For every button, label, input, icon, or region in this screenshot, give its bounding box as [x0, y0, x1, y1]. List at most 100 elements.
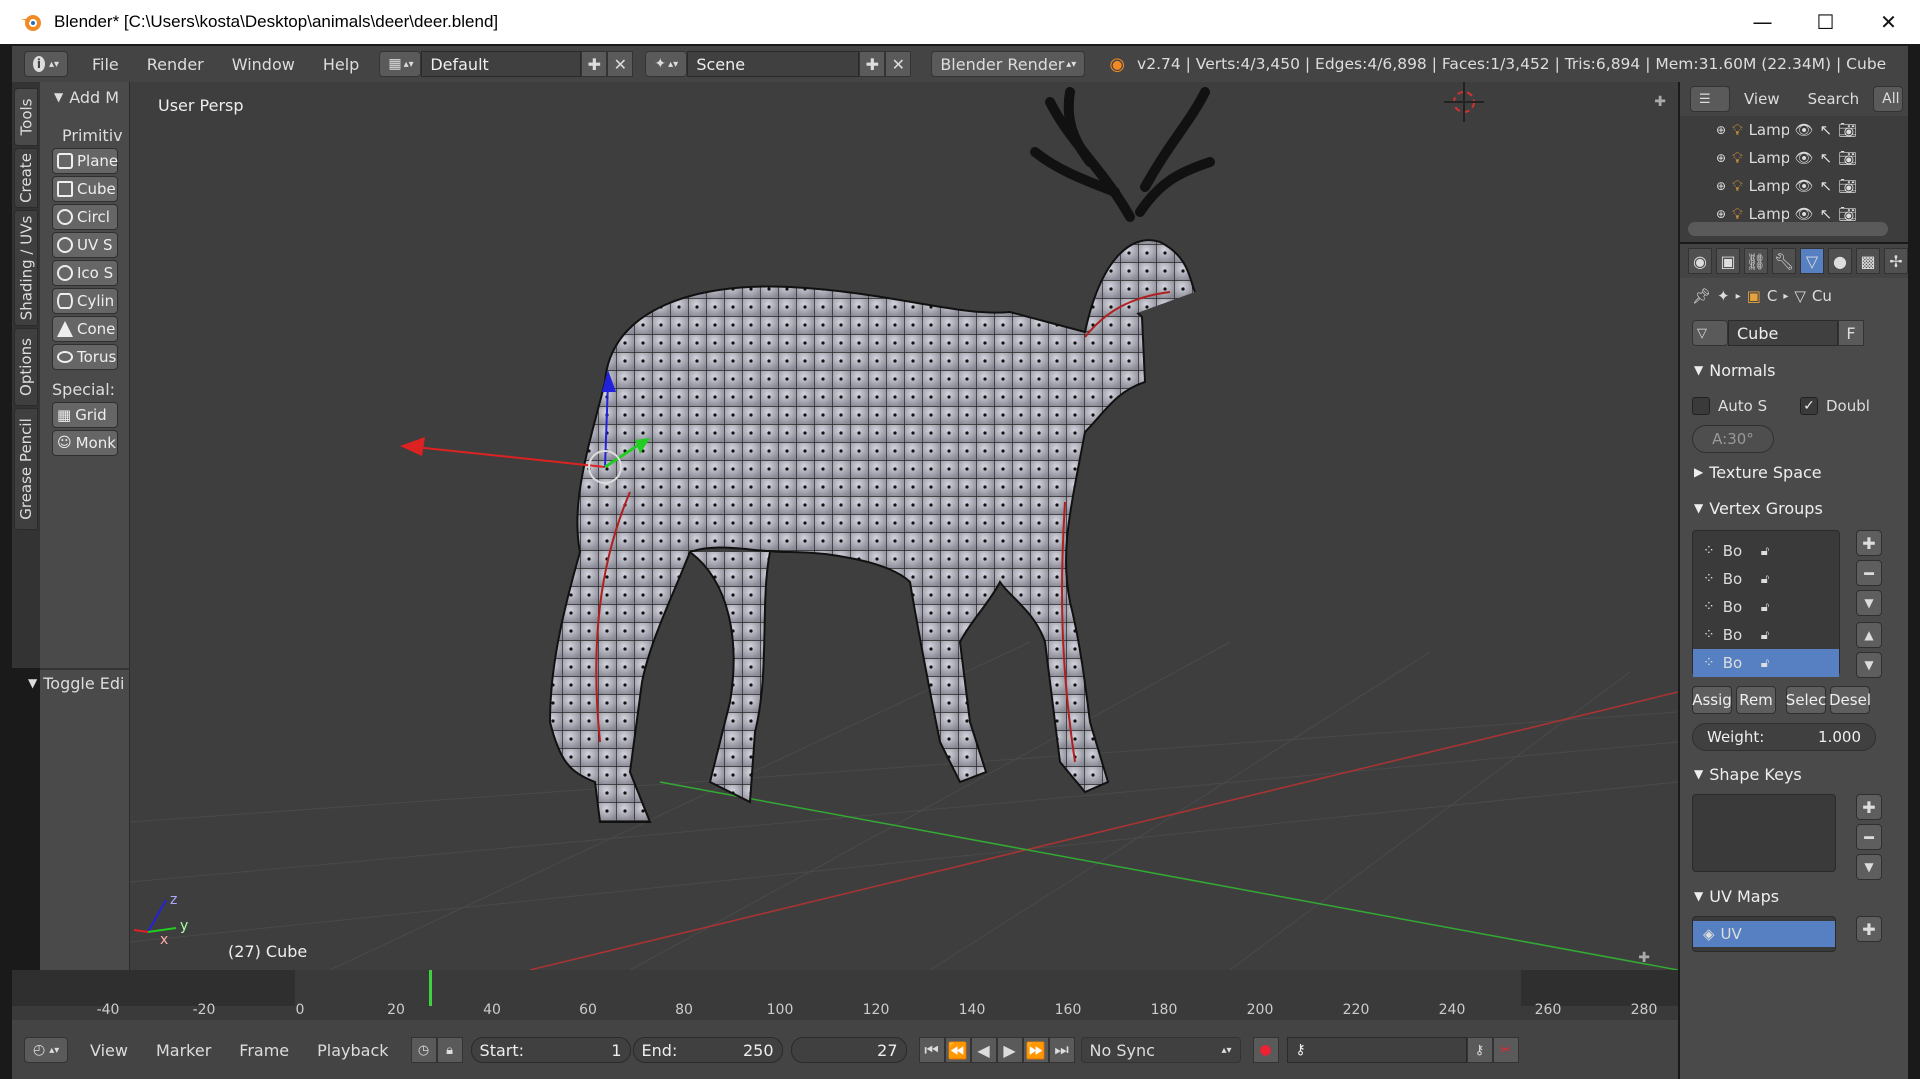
outliner-item[interactable]: ⊕ 💡︎ Lamp 👁︎ ↖ 📷︎: [1680, 144, 1908, 172]
tab-create[interactable]: Create: [14, 148, 38, 208]
outliner-scrollbar[interactable]: [1688, 222, 1888, 236]
deselect-button[interactable]: Desel: [1829, 686, 1871, 714]
remove-layout-button[interactable]: ✕: [607, 51, 634, 77]
add-plane-button[interactable]: Plane: [52, 148, 118, 174]
weight-field[interactable]: Weight: 1.000: [1692, 723, 1876, 751]
pin-icon[interactable]: 📌︎: [1692, 287, 1711, 305]
lock-icon[interactable]: 🔓︎: [1761, 628, 1769, 643]
vertex-group-item[interactable]: ⁘ Bo 🔓︎: [1693, 621, 1839, 649]
add-vertex-group-button[interactable]: ✚: [1856, 530, 1882, 556]
lock-icon[interactable]: 🔓︎: [1761, 656, 1769, 671]
vertex-group-item[interactable]: ⁘ Bo 🔓︎: [1693, 565, 1839, 593]
auto-smooth-checkbox[interactable]: [1692, 397, 1710, 415]
mesh-browse-button[interactable]: ▽: [1692, 320, 1728, 346]
cursor-icon[interactable]: ↖: [1820, 205, 1833, 223]
close-button[interactable]: ✕: [1857, 0, 1920, 44]
assign-button[interactable]: Assig: [1692, 686, 1732, 714]
menu-window[interactable]: Window: [218, 55, 309, 74]
expand-icon[interactable]: ⊕: [1716, 151, 1726, 165]
expand-icon[interactable]: ⊕: [1716, 123, 1726, 137]
sync-mode-dropdown[interactable]: No Sync ▴▾: [1080, 1037, 1241, 1063]
shape-key-specials-button[interactable]: ▼: [1856, 854, 1882, 880]
shape-keys-panel-header[interactable]: ▼ Shape Keys: [1680, 756, 1908, 792]
eye-icon[interactable]: 👁︎: [1795, 121, 1814, 139]
render-engine-dropdown[interactable]: Blender Render ▴▾: [931, 51, 1086, 77]
uv-map-list[interactable]: ◈ UV: [1692, 916, 1836, 952]
mesh-name-field[interactable]: Cube: [1728, 320, 1838, 346]
preview-range-button[interactable]: ◷: [410, 1037, 437, 1063]
add-shape-key-button[interactable]: ✚: [1856, 794, 1882, 820]
scene-browse-button[interactable]: ✦ ▴▾: [645, 51, 688, 77]
cursor-icon[interactable]: ↖: [1820, 177, 1833, 195]
move-down-button[interactable]: ▼: [1856, 652, 1882, 678]
maximize-button[interactable]: ☐: [1794, 0, 1857, 44]
prev-keyframe-button[interactable]: ⏪: [944, 1037, 971, 1063]
menu-search[interactable]: Search: [1794, 90, 1874, 108]
add-uv-sphere-button[interactable]: UV S: [52, 232, 118, 258]
3d-viewport[interactable]: z y x User Persp (27) Cube ✚ ✚: [130, 82, 1678, 970]
eye-icon[interactable]: 👁︎: [1795, 205, 1814, 223]
end-frame-field[interactable]: End: 250: [632, 1037, 783, 1063]
insert-keyframe-button[interactable]: ⚷: [1466, 1037, 1493, 1063]
menu-file[interactable]: File: [78, 55, 133, 74]
tab-tools[interactable]: Tools: [14, 88, 38, 146]
start-frame-field[interactable]: Start: 1: [470, 1037, 631, 1063]
add-grid-button[interactable]: ▦ Grid: [52, 402, 118, 428]
data-tab-icon[interactable]: ▽: [1800, 248, 1824, 274]
timeline-area[interactable]: -40 -20 0 20 40 60 80 100 120 140 160 180 200 220 240 2…: [12, 970, 1678, 1020]
lock-range-button[interactable]: 🔒︎: [436, 1037, 463, 1063]
eye-icon[interactable]: 👁︎: [1795, 177, 1814, 195]
texture-space-panel-header[interactable]: ▶ Texture Space: [1680, 454, 1908, 490]
menu-view[interactable]: View: [76, 1041, 142, 1060]
object-tab-icon[interactable]: ▣: [1716, 248, 1740, 274]
add-layout-button[interactable]: ✚: [581, 51, 608, 77]
constraints-tab-icon[interactable]: ⛓: [1744, 248, 1768, 274]
lock-icon[interactable]: 🔓︎: [1761, 544, 1769, 559]
play-button[interactable]: ▶: [996, 1037, 1023, 1063]
shape-key-list[interactable]: [1692, 794, 1836, 872]
auto-smooth-angle-field[interactable]: A:30°: [1692, 425, 1774, 453]
scene-name-field[interactable]: Scene: [687, 51, 860, 77]
display-mode-dropdown[interactable]: All: [1873, 86, 1904, 112]
add-cylinder-button[interactable]: Cylin: [52, 288, 118, 314]
menu-frame[interactable]: Frame: [225, 1041, 303, 1060]
delete-keyframe-button[interactable]: ✂: [1492, 1037, 1519, 1063]
remove-shape-key-button[interactable]: ━: [1856, 824, 1882, 850]
render-tab-icon[interactable]: ◉: [1688, 248, 1712, 274]
play-reverse-button[interactable]: ◀: [970, 1037, 997, 1063]
select-button[interactable]: Selec: [1786, 686, 1826, 714]
remove-vertex-group-button[interactable]: ━: [1856, 560, 1882, 586]
add-primitive-header[interactable]: ▼ Add M: [40, 82, 129, 112]
plus-icon[interactable]: ✚: [1654, 94, 1666, 110]
add-cone-button[interactable]: Cone: [52, 316, 118, 342]
vertex-group-specials-button[interactable]: ▼: [1856, 590, 1882, 616]
current-frame-field[interactable]: 27: [790, 1037, 907, 1063]
vertex-group-item[interactable]: ⁘ Bo 🔓︎: [1693, 649, 1839, 677]
tab-grease-pencil[interactable]: Grease Pencil: [14, 408, 38, 530]
add-ico-sphere-button[interactable]: Ico S: [52, 260, 118, 286]
record-button[interactable]: ●: [1252, 1037, 1279, 1063]
editor-type-timeline-button[interactable]: ◴ ▴▾: [24, 1037, 68, 1063]
cursor-icon[interactable]: ↖: [1820, 121, 1833, 139]
add-circle-button[interactable]: Circl: [52, 204, 118, 230]
menu-playback[interactable]: Playback: [303, 1041, 402, 1060]
cursor-icon[interactable]: ↖: [1820, 149, 1833, 167]
editor-type-outliner-button[interactable]: ☰: [1690, 86, 1730, 112]
normals-panel-header[interactable]: ▼ Normals: [1680, 352, 1908, 388]
remove-button[interactable]: Rem: [1736, 686, 1776, 714]
eye-icon[interactable]: 👁︎: [1795, 149, 1814, 167]
outliner-item[interactable]: ⊕ 💡︎ Lamp 👁︎ ↖ 📷︎: [1680, 172, 1908, 200]
camera-icon[interactable]: 📷︎: [1838, 121, 1857, 139]
tab-shading-uvs[interactable]: Shading / UVs: [14, 210, 38, 326]
keying-set-field[interactable]: ⚷: [1286, 1037, 1467, 1063]
camera-icon[interactable]: 📷︎: [1838, 177, 1857, 195]
menu-marker[interactable]: Marker: [142, 1041, 225, 1060]
camera-icon[interactable]: 📷︎: [1838, 205, 1857, 223]
vertex-groups-panel-header[interactable]: ▼ Vertex Groups: [1680, 490, 1908, 526]
add-cube-button[interactable]: Cube: [52, 176, 118, 202]
vertex-group-item[interactable]: ⁘ Bo 🔓︎: [1693, 537, 1839, 565]
material-tab-icon[interactable]: ●: [1828, 248, 1852, 274]
editor-type-info-button[interactable]: i ▴▾: [24, 51, 68, 77]
texture-tab-icon[interactable]: ▩: [1856, 248, 1880, 274]
double-sided-checkbox[interactable]: ✓: [1800, 397, 1818, 415]
